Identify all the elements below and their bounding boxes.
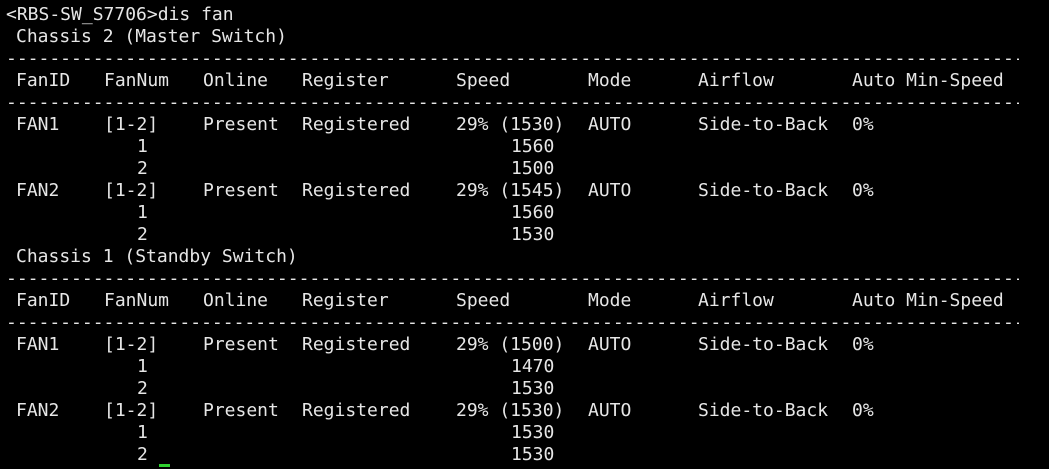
fan-sub-row: 1 1560: [0, 136, 1049, 158]
fan-sub-speed: 1530: [511, 422, 555, 443]
fan-sub-num: 1: [137, 356, 148, 377]
separator-line: ----------------------------------------…: [0, 312, 1049, 334]
fan-online-status: Present: [203, 334, 279, 355]
fan-mode: AUTO: [588, 400, 632, 421]
fan-speed: 29% (1500): [456, 334, 565, 355]
fan-row: FAN2 [1-2] Present Registered 29% (1530) AUTO…: [0, 400, 1049, 422]
fan-num: [1-2]: [104, 334, 159, 355]
fan-sub-speed: 1560: [511, 202, 555, 223]
fan-id: FAN1: [16, 334, 60, 355]
fan-airflow: Side-to-Back: [698, 400, 829, 421]
column-header-speed: Speed: [456, 70, 511, 91]
fan-airflow: Side-to-Back: [698, 114, 829, 135]
fan-sub-row: 1 1530: [0, 422, 1049, 444]
fan-register-status: Registered: [302, 180, 411, 201]
column-header-auto-min-speed: Auto Min-Speed: [852, 70, 1004, 91]
separator-line: ----------------------------------------…: [0, 268, 1049, 290]
fan-register-status: Registered: [302, 334, 411, 355]
fan-sub-num: 1: [137, 136, 148, 157]
chassis-title: Chassis 2 (Master Switch): [16, 26, 287, 47]
fan-airflow: Side-to-Back: [698, 180, 829, 201]
fan-sub-speed: 1500: [511, 158, 555, 179]
fan-sub-row: 2 1530: [0, 444, 1049, 466]
fan-auto-min-speed: 0%: [852, 114, 874, 135]
chassis-title: Chassis 1 (Standby Switch): [16, 246, 298, 267]
header-row: FanID FanNum Online Register Speed Mode Airflo…: [0, 290, 1049, 312]
fan-online-status: Present: [203, 114, 279, 135]
column-header-fan-id: FanID: [16, 70, 71, 91]
separator-dashes: ----------------------------------------…: [6, 48, 1019, 69]
column-header-speed: Speed: [456, 290, 511, 311]
fan-speed: 29% (1530): [456, 400, 565, 421]
terminal-window[interactable]: <RBS-SW_S7706>dis fan Chassis 2 (Master S…: [0, 0, 1049, 469]
fan-num: [1-2]: [104, 180, 159, 201]
fan-row: FAN1 [1-2] Present Registered 29% (1500) AUTO…: [0, 334, 1049, 356]
fan-online-status: Present: [203, 400, 279, 421]
column-header-online: Online: [203, 70, 269, 91]
fan-id: FAN2: [16, 400, 60, 421]
fan-auto-min-speed: 0%: [852, 334, 874, 355]
command-prompt: <RBS-SW_S7706>dis fan: [6, 4, 234, 25]
separator-dashes: ----------------------------------------…: [6, 268, 1019, 289]
chassis-title-line: Chassis 1 (Standby Switch): [0, 246, 1049, 268]
fan-id: FAN2: [16, 180, 60, 201]
fan-sub-row: 2 1500: [0, 158, 1049, 180]
fan-sub-row: 2 1530: [0, 224, 1049, 246]
fan-speed: 29% (1530): [456, 114, 565, 135]
fan-row: FAN2 [1-2] Present Registered 29% (1545) AUTO…: [0, 180, 1049, 202]
fan-sub-num: 1: [137, 202, 148, 223]
fan-id: FAN1: [16, 114, 60, 135]
fan-speed: 29% (1545): [456, 180, 565, 201]
fan-auto-min-speed: 0%: [852, 400, 874, 421]
fan-num: [1-2]: [104, 400, 159, 421]
fan-sub-row: 1 1560: [0, 202, 1049, 224]
separator-line: ----------------------------------------…: [0, 48, 1049, 70]
fan-sub-num: 2: [137, 378, 148, 399]
column-header-airflow: Airflow: [698, 70, 774, 91]
fan-sub-speed: 1560: [511, 136, 555, 157]
fan-row: FAN1 [1-2] Present Registered 29% (1530) AUTO…: [0, 114, 1049, 136]
separator-dashes: ----------------------------------------…: [6, 312, 1019, 333]
fan-sub-row: 1 1470: [0, 356, 1049, 378]
chassis-title-line: Chassis 2 (Master Switch): [0, 26, 1049, 48]
column-header-fan-id: FanID: [16, 290, 71, 311]
fan-auto-min-speed: 0%: [852, 180, 874, 201]
fan-sub-num: 1: [137, 422, 148, 443]
column-header-mode: Mode: [588, 290, 632, 311]
fan-sub-num: 2: [137, 444, 148, 465]
separator-dashes: ----------------------------------------…: [6, 92, 1019, 113]
column-header-register: Register: [302, 290, 389, 311]
terminal-cursor: [159, 464, 170, 467]
column-header-fan-num: FanNum: [104, 70, 170, 91]
fan-register-status: Registered: [302, 114, 411, 135]
prompt-line: <RBS-SW_S7706>dis fan: [0, 4, 1049, 26]
separator-line: ----------------------------------------…: [0, 92, 1049, 114]
fan-sub-speed: 1530: [511, 444, 555, 465]
header-row: FanID FanNum Online Register Speed Mode Airflo…: [0, 70, 1049, 92]
fan-sub-speed: 1530: [511, 378, 555, 399]
fan-sub-speed: 1470: [511, 356, 555, 377]
fan-mode: AUTO: [588, 114, 632, 135]
fan-sub-speed: 1530: [511, 224, 555, 245]
column-header-auto-min-speed: Auto Min-Speed: [852, 290, 1004, 311]
fan-num: [1-2]: [104, 114, 159, 135]
column-header-online: Online: [203, 290, 269, 311]
column-header-fan-num: FanNum: [104, 290, 170, 311]
fan-sub-row: 2 1530: [0, 378, 1049, 400]
fan-online-status: Present: [203, 180, 279, 201]
fan-sub-num: 2: [137, 224, 148, 245]
column-header-airflow: Airflow: [698, 290, 774, 311]
fan-mode: AUTO: [588, 334, 632, 355]
column-header-mode: Mode: [588, 70, 632, 91]
fan-register-status: Registered: [302, 400, 411, 421]
fan-airflow: Side-to-Back: [698, 334, 829, 355]
fan-mode: AUTO: [588, 180, 632, 201]
column-header-register: Register: [302, 70, 389, 91]
fan-sub-num: 2: [137, 158, 148, 179]
